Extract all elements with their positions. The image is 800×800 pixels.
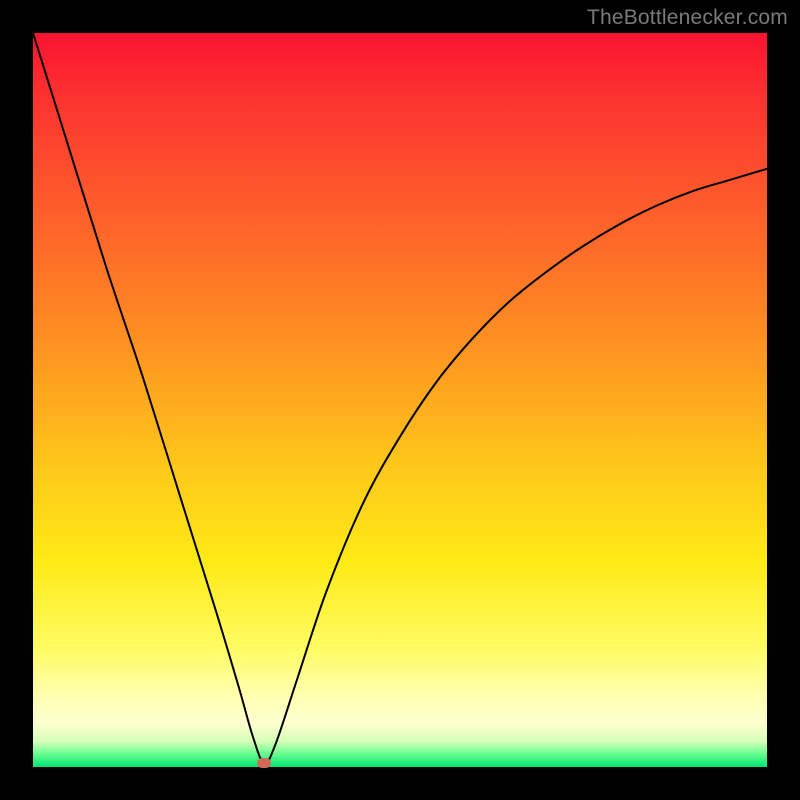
watermark-text: TheBottlenecker.com — [587, 6, 788, 30]
bottleneck-curve — [33, 33, 767, 767]
min-point-marker — [257, 758, 271, 768]
plot-area — [33, 33, 767, 767]
chart-frame: TheBottlenecker.com — [0, 0, 800, 800]
